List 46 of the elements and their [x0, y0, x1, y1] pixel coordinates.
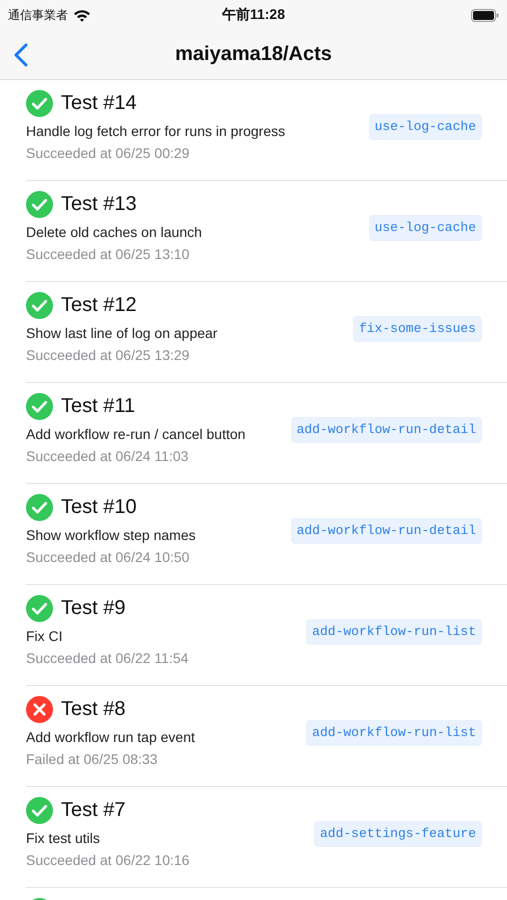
run-title: Test #11 [61, 394, 136, 418]
branch-tag: add-workflow-run-detail [290, 518, 482, 544]
commit-message: Handle log fetch error for runs in progress [26, 122, 286, 141]
run-title: Test #14 [61, 92, 137, 114]
branch-tag: add-workflow-run-list [306, 619, 482, 645]
commit-message: Add workflow run tap event [26, 728, 196, 747]
run-result: Succeeded at 06/25 00:29 [26, 144, 190, 163]
run-row[interactable]: Test #7 Fix test utils Succeeded at 06/22 10:16 add-settings-feature [26, 787, 507, 888]
branch-tag: fix-some-issues [352, 316, 482, 342]
run-title: Test #13 [61, 192, 137, 216]
run-title: Test #10 [61, 496, 137, 518]
run-result: Failed at 06/25 08:33 [26, 750, 159, 769]
run-row[interactable]: Test #8 Add workflow run tap event Failed at 06/25 08:33 add-workflow-run-list [26, 686, 507, 787]
run-result: Succeeded at 06/22 10:16 [26, 851, 190, 870]
back-chevron-icon [14, 42, 28, 66]
battery-icon [471, 8, 499, 22]
branch-tag: add-workflow-run-list [306, 720, 482, 746]
run-result: Succeeded at 06/24 11:03 [26, 447, 190, 466]
run-title: Test #7 [61, 798, 126, 822]
carrier-name: 通信事業者 [8, 6, 68, 24]
run-result: Succeeded at 06/25 13:10 [26, 245, 190, 264]
commit-message: Show last line of log on appear [26, 324, 218, 343]
run-result: Succeeded at 06/24 10:50 [26, 548, 190, 567]
run-result: Succeeded at 06/25 13:29 [26, 346, 190, 365]
run-row[interactable]: Test #13 Delete old caches on launch Succeeded at 06/25 13:10 use-log-cache [26, 181, 507, 282]
commit-message: Fix CI [26, 627, 64, 646]
status-time: 午前11:28 [222, 6, 286, 24]
wifi-icon [73, 8, 91, 22]
branch-tag: add-workflow-run-detail [290, 417, 482, 443]
run-row[interactable]: Test #14 Handle log fetch error for runs in progress Succeeded at 06/25 00:29 use-log-cache [26, 80, 507, 181]
run-title: Test #9 [61, 596, 126, 620]
nav-title: maiyama18/Acts [175, 43, 332, 66]
run-row[interactable]: Test #12 Show last line of log on appear Succeeded at 06/25 13:29 fix-some-issues [26, 282, 507, 383]
commit-message: Delete old caches on launch [26, 223, 203, 242]
commit-message: Add workflow re-run / cancel button [26, 425, 246, 444]
run-row[interactable]: Test #9 Fix CI Succeeded at 06/22 11:54 add-workflow-run-list [26, 585, 507, 686]
run-title: Test #12 [61, 294, 137, 316]
run-title: Test #8 [61, 698, 126, 720]
commit-message: Show workflow step names [26, 526, 197, 545]
commit-message: Fix test utils [26, 829, 101, 848]
run-result: Succeeded at 06/22 11:54 [26, 649, 190, 668]
branch-tag: add-settings-feature [314, 821, 482, 847]
run-row[interactable]: Test #10 Show workflow step names Succeeded at 06/24 10:50 add-workflow-run-detail [26, 484, 507, 585]
run-row[interactable]: Test #11 Add workflow re-run / cancel button Succeeded at 06/24 11:03 add-workflow-run-detail [26, 383, 507, 484]
branch-tag: use-log-cache [368, 114, 482, 140]
branch-tag: use-log-cache [368, 215, 482, 241]
